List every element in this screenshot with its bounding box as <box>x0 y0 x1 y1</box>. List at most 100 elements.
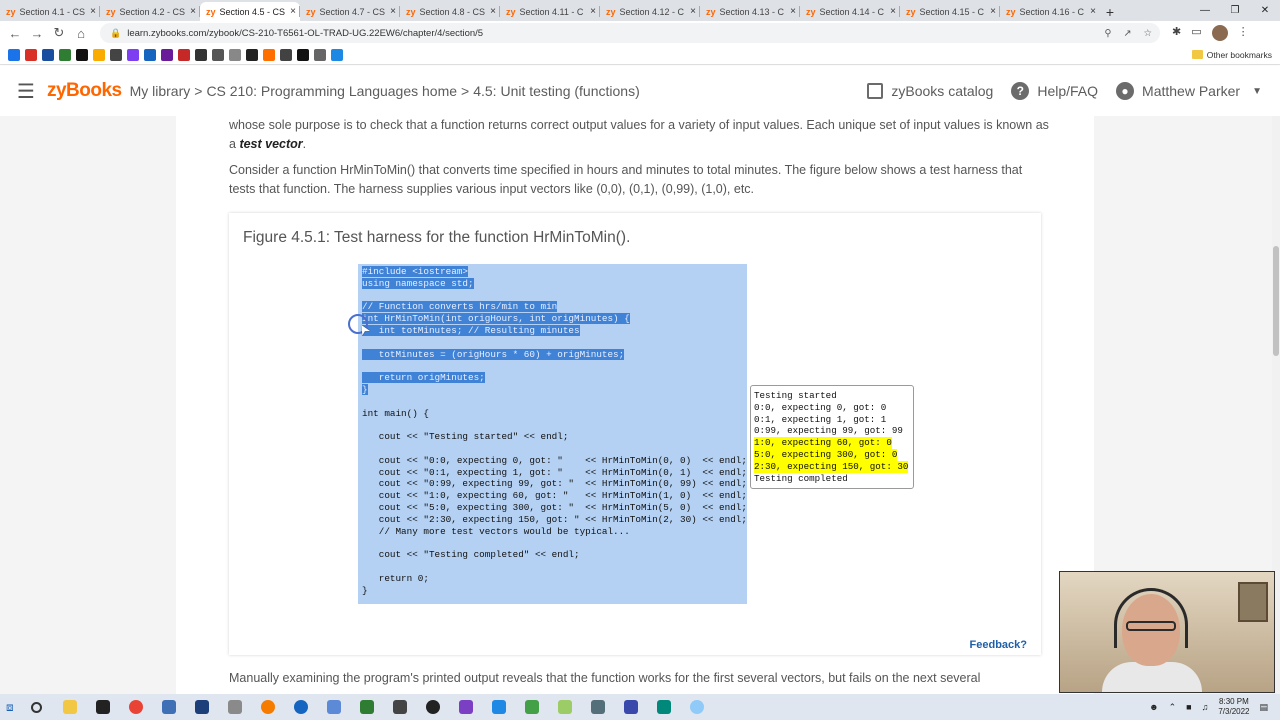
bookmark-icon[interactable] <box>110 48 122 61</box>
tray-overflow-icon[interactable]: ⌃ <box>1169 702 1177 713</box>
app-icon[interactable] <box>257 694 279 720</box>
feedback-link[interactable]: Feedback? <box>970 639 1027 651</box>
close-window-icon[interactable]: ✕ <box>1250 0 1280 21</box>
presenter-shirt <box>1102 662 1202 692</box>
browser-tab[interactable]: zy Section 4.16 - C × <box>1000 2 1100 21</box>
new-tab-icon[interactable]: + <box>1100 2 1120 21</box>
bookmark-icon[interactable] <box>297 48 309 61</box>
browser-tab[interactable]: zy Section 4.2 - CS × <box>100 2 200 21</box>
app-icon[interactable] <box>356 694 378 720</box>
browser-tab[interactable]: zy Section 4.14 - C × <box>800 2 900 21</box>
close-tab-icon[interactable]: × <box>886 6 900 17</box>
app-icon[interactable] <box>224 694 246 720</box>
browser-tab[interactable]: zy Section 4.7 - CS × <box>300 2 400 21</box>
app-icon[interactable] <box>620 694 642 720</box>
browser-tab[interactable]: zy Section 4.15 - C × <box>900 2 1000 21</box>
browser-tab[interactable]: zy Section 4.5 - CS × <box>200 2 300 21</box>
bookmark-icon[interactable] <box>144 48 156 61</box>
forward-icon[interactable]: → <box>26 26 48 41</box>
close-tab-icon[interactable]: × <box>686 6 700 17</box>
app-icon[interactable] <box>587 694 609 720</box>
app-icon[interactable] <box>290 694 312 720</box>
reload-icon[interactable]: ↻ <box>48 25 70 41</box>
scrollbar-thumb[interactable] <box>1273 246 1279 356</box>
bookmark-icon[interactable] <box>246 48 258 61</box>
app-icon[interactable] <box>191 694 213 720</box>
app-icon[interactable] <box>554 694 576 720</box>
close-tab-icon[interactable]: × <box>786 6 800 17</box>
zybooks-catalog-link[interactable]: zyBooks catalog <box>867 83 993 99</box>
app-icon[interactable] <box>521 694 543 720</box>
close-tab-icon[interactable]: × <box>286 6 300 17</box>
close-tab-icon[interactable]: × <box>1086 6 1100 17</box>
bookmark-icon[interactable] <box>42 48 54 61</box>
app-icon[interactable] <box>323 694 345 720</box>
bookmark-icon[interactable] <box>280 48 292 61</box>
app-icon[interactable] <box>422 694 444 720</box>
bookmark-icon[interactable] <box>263 48 275 61</box>
code-line: cout << "2:30, expecting 150, got: " << … <box>362 514 747 526</box>
app-icon[interactable] <box>686 694 708 720</box>
back-icon[interactable]: ← <box>4 26 26 41</box>
restore-icon[interactable]: ❐ <box>1220 0 1250 21</box>
code-block[interactable]: #include <iostream> using namespace std; /… <box>358 264 747 604</box>
breadcrumb-section[interactable]: 4.5: Unit testing (functions) <box>473 83 640 99</box>
file-explorer-icon[interactable] <box>59 694 81 720</box>
browser-menu-icon[interactable]: ⋮ <box>1238 25 1249 41</box>
browser-tab[interactable]: zy Section 4.1 - CS × <box>0 2 100 21</box>
close-tab-icon[interactable]: × <box>386 6 400 17</box>
bookmark-icon[interactable] <box>161 48 173 61</box>
terminal-icon[interactable] <box>92 694 114 720</box>
minimize-icon[interactable]: — <box>1190 0 1220 21</box>
bookmark-icon[interactable] <box>76 48 88 61</box>
visual-studio-icon[interactable] <box>455 694 477 720</box>
zybooks-logo[interactable]: zyBooks <box>47 80 122 102</box>
close-tab-icon[interactable]: × <box>586 6 600 17</box>
app-icon[interactable] <box>158 694 180 720</box>
home-icon[interactable]: ⌂ <box>70 26 92 41</box>
close-tab-icon[interactable]: × <box>186 6 200 17</box>
browser-tab[interactable]: zy Section 4.11 - C × <box>500 2 600 21</box>
bookmark-icon[interactable] <box>93 48 105 61</box>
vscode-icon[interactable] <box>488 694 510 720</box>
network-icon[interactable]: ■ <box>1186 702 1191 712</box>
breadcrumb-course[interactable]: CS 210: Programming Languages home <box>206 83 457 99</box>
bookmark-icon[interactable] <box>59 48 71 61</box>
side-panel-icon[interactable]: ▭ <box>1191 25 1201 41</box>
user-menu[interactable]: ● Matthew Parker ▼ <box>1116 82 1262 100</box>
browser-tab[interactable]: zy Section 4.13 - C × <box>700 2 800 21</box>
bookmark-icon[interactable] <box>8 48 20 61</box>
help-faq-link[interactable]: ? Help/FAQ <box>1011 82 1098 100</box>
chrome-icon[interactable] <box>125 694 147 720</box>
windows-start-icon[interactable]: ⧈ <box>6 700 14 715</box>
browser-tab[interactable]: zy Section 4.12 - C × <box>600 2 700 21</box>
profile-avatar[interactable] <box>1211 25 1228 41</box>
hamburger-menu-icon[interactable]: ☰ <box>17 79 35 104</box>
bookmark-star-icon[interactable]: ☆ <box>1143 28 1152 39</box>
app-icon[interactable] <box>653 694 675 720</box>
bookmark-icon[interactable] <box>229 48 241 61</box>
bookmark-icon[interactable] <box>178 48 190 61</box>
bookmark-icon[interactable] <box>25 48 37 61</box>
breadcrumb-my-library[interactable]: My library <box>130 83 191 99</box>
address-bar[interactable]: 🔒 learn.zybooks.com/zybook/CS-210-T6561-… <box>100 23 1160 43</box>
close-tab-icon[interactable]: × <box>86 6 100 17</box>
close-tab-icon[interactable]: × <box>486 6 500 17</box>
other-bookmarks[interactable]: Other bookmarks <box>1191 50 1272 60</box>
taskbar-clock[interactable]: 8:30 PM 7/3/2022 <box>1218 697 1249 717</box>
people-icon[interactable]: ☻ <box>1149 702 1158 712</box>
bookmark-icon[interactable] <box>212 48 224 61</box>
notifications-icon[interactable]: ▤ <box>1259 702 1268 713</box>
bookmark-icon[interactable] <box>331 48 343 61</box>
extensions-icon[interactable]: ✱ <box>1172 25 1181 41</box>
app-icon[interactable] <box>389 694 411 720</box>
bookmark-icon[interactable] <box>127 48 139 61</box>
bookmark-icon[interactable] <box>314 48 326 61</box>
close-tab-icon[interactable]: × <box>986 6 1000 17</box>
volume-icon[interactable]: ♫ <box>1202 702 1209 712</box>
bookmark-icon[interactable] <box>195 48 207 61</box>
zoom-icon[interactable]: ⚲ <box>1105 28 1112 39</box>
browser-tab[interactable]: zy Section 4.8 - CS × <box>400 2 500 21</box>
search-icon[interactable] <box>26 694 48 720</box>
share-icon[interactable]: ↗ <box>1124 28 1132 39</box>
